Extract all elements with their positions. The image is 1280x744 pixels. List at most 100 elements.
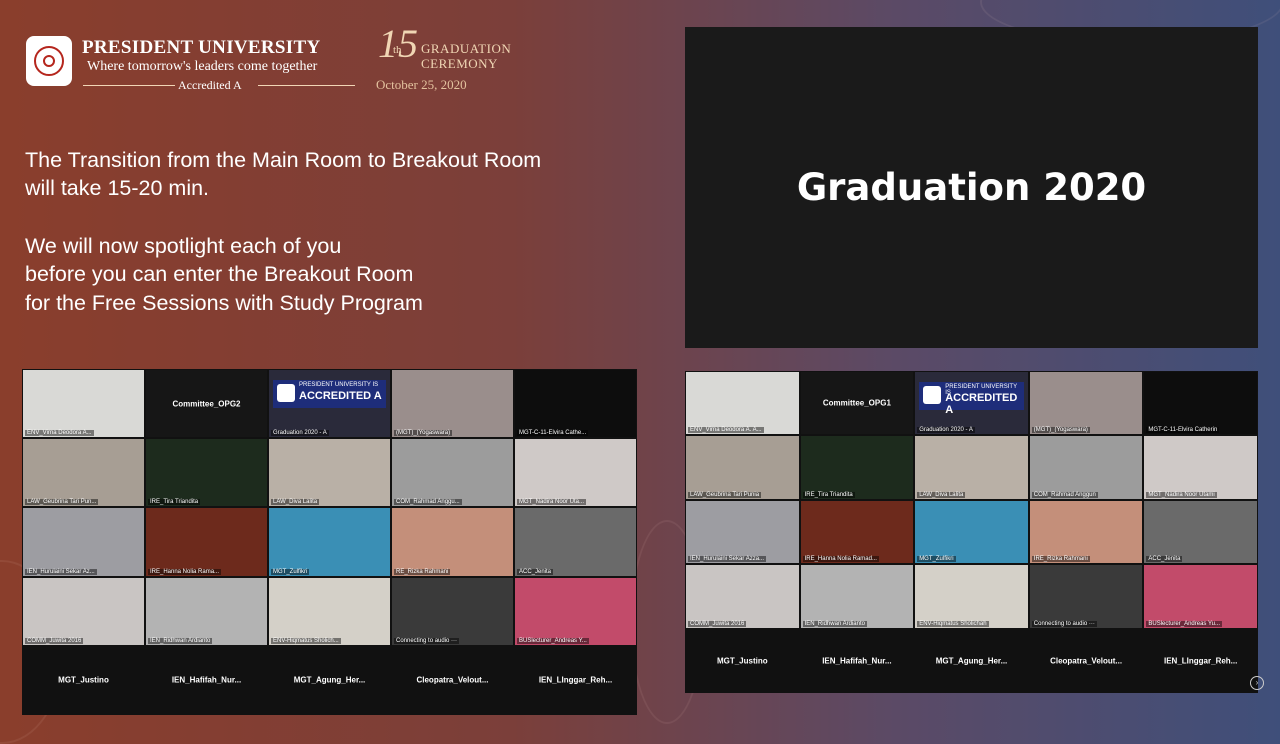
participant-tile[interactable]: LAW_Diva Lalita [269,439,390,507]
participant-name: COM_Rahmad Anggun [1031,491,1098,498]
participant-tile[interactable]: COMM_Juwita 2016 [686,565,799,628]
participant-name: BUSlecturer_Andreas Yu... [1146,620,1222,627]
participant-name: IRE_Tira Triandita [802,491,855,498]
badge-line: ACCREDITED A [299,390,382,402]
announcement-line: will take 15-20 min. [25,176,210,200]
participant-name: COMM_Juwita 2016 [688,620,747,627]
participant-tile[interactable]: MGT-C-11-Elvira Cathe... [515,370,636,438]
participant-name: RE_Rizka Rahmani [394,568,451,575]
participant-tile[interactable]: COMM_Juwita 2016 [23,577,144,645]
participant-tile[interactable]: Cleopatra_Velout... [392,646,513,714]
participant-name: Committee_OPG1 [822,398,891,408]
lotus-icon [34,46,64,76]
participant-name: IEN_Ridhwan Ardianto [148,637,213,644]
participant-tile[interactable]: ACC_Jenita [515,508,636,576]
next-page-icon[interactable]: › [1250,676,1264,690]
participant-tile[interactable]: IEN_LInggar_Reh... [515,646,636,714]
participant-tile[interactable]: MGT_Nadira Noor Uta... [515,439,636,507]
participant-tile[interactable]: Connecting to audio ··· [392,577,513,645]
participant-tile[interactable]: (MGT)_(Yogaswara) [392,370,513,438]
accreditation-badge: PRESIDENT UNIVERSITY IS ACCREDITED A [273,380,386,408]
participant-name: Cleopatra_Velout... [1050,656,1123,666]
participant-name: MGT_Justino [716,656,768,666]
participant-tile[interactable]: LAW_Geubrina Tari Punia [686,436,799,499]
participant-tile[interactable]: Committee_OPG2 [146,370,267,438]
badge-line: ACCREDITED A [945,392,1018,416]
participant-name: ENV-Hiqmatus Sholichah [917,620,989,627]
participant-name: Cleopatra_Velout... [416,675,489,685]
participant-name: IEN_Hurulaini Sekar Azza... [688,556,767,563]
participant-tile[interactable]: LAW_Geubrina Tari Pun... [23,439,144,507]
participant-tile[interactable]: ACC_Jenita [1144,500,1257,564]
participant-tile[interactable]: PRESIDENT UNIVERSITY IS ACCREDITED A Gradu… [915,372,1028,435]
participant-name: IRE_Rizka Rahmani [1031,556,1090,563]
participant-name: ACC_Jenita [517,568,554,575]
university-logo-icon [923,386,942,404]
spotlight-video[interactable]: Graduation 2020 [685,27,1258,348]
participant-name: COM_Rahmad Anggu... [394,499,462,506]
participant-tile[interactable]: IRE_Tira Triandita [146,439,267,507]
participant-name: IEN_Ridhwan Ardianto [802,620,867,627]
participant-tile[interactable]: Connecting to audio ··· [1029,565,1143,628]
participant-tile[interactable]: IEN_Ridhwan Ardianto [146,577,267,645]
participant-tile[interactable]: MGT_Justino [686,629,799,692]
university-tagline: Where tomorrow's leaders come together [87,59,318,74]
ceremony-date: October 25, 2020 [376,77,467,92]
divider [258,85,355,86]
participant-name: MGT_Zulfikri [917,556,956,563]
participant-name: Graduation 2020 - A [271,430,329,437]
participant-name: MGT_Justino [58,675,109,685]
participant-tile[interactable]: IEN_Hafifah_Nur... [800,629,914,692]
participant-name: Connecting to audio ··· [1031,620,1097,627]
participant-name: LAW_Diva Lalita [271,499,320,506]
participant-tile[interactable]: MGT-C-11-Elvira Catherin [1144,372,1257,435]
participant-name: IEN_LInggar_Reh... [1164,656,1238,666]
participant-tile[interactable]: RE_Rizka Rahmani [392,508,513,576]
announcement-line: before you can enter the Breakout Room [25,262,414,286]
participant-tile[interactable]: BUSlecturer_Andreas Yu... [1144,565,1257,628]
participant-tile[interactable]: BUSlecturer_Andreas Y... [515,577,636,645]
participant-tile[interactable]: MGT_Agung_Her... [915,629,1028,692]
participant-name: COMM_Juwita 2016 [25,637,84,644]
participant-tile[interactable]: COM_Rahmad Anggun [1029,436,1143,499]
participant-tile[interactable]: IRE_Hanna Nolia Ramad... [800,500,914,564]
participant-tile[interactable]: IRE_Hanna Nolia Rama... [146,508,267,576]
participant-name: IEN_Hurulaini Sekar Az... [25,568,97,575]
participant-tile[interactable]: ENV_Virna Deodora A. A... [686,372,799,435]
participant-name: (MGT)_(Yogaswara) [1031,427,1090,434]
participant-tile[interactable]: COM_Rahmad Anggu... [392,439,513,507]
participant-name: LAW_Geubrina Tari Pun... [25,499,99,506]
participant-name: ACC_Jenita [1146,556,1183,563]
participant-tile[interactable]: PRESIDENT UNIVERSITY IS ACCREDITED A Gradu… [269,370,390,438]
participant-name: MGT_Agung_Her... [935,656,1008,666]
participant-tile[interactable]: ENV-Hiqmatus Sholich... [269,577,390,645]
participant-tile[interactable]: Cleopatra_Velout... [1029,629,1143,692]
participant-name: Connecting to audio ··· [394,637,460,644]
participant-name: MGT-C-11-Elvira Cathe... [517,430,589,437]
participant-tile[interactable]: MGT_Justino [23,646,144,714]
participant-tile[interactable]: IEN_Hafifah_Nur... [146,646,267,714]
participant-tile[interactable]: IRE_Tira Triandita [800,436,914,499]
accreditation-badge: PRESIDENT UNIVERSITY IS ACCREDITED A [919,382,1024,416]
participant-tile[interactable]: IEN_LInggar_Reh... [1144,629,1257,692]
participant-tile[interactable]: Committee_OPG1 [800,372,914,435]
participant-name: IEN_Hafifah_Nur... [822,656,892,666]
participant-tile[interactable]: (MGT)_(Yogaswara) [1029,372,1143,435]
participant-tile[interactable]: IEN_Hurulaini Sekar Az... [23,508,144,576]
participant-name: (MGT)_(Yogaswara) [394,430,453,437]
participant-tile[interactable]: ENV-Hiqmatus Sholichah [915,565,1028,628]
participant-name: MGT_Agung_Her... [293,675,366,685]
participant-name: IEN_Hafifah_Nur... [171,675,242,685]
participant-tile[interactable]: MGT_Zulfikri [269,508,390,576]
participant-tile[interactable]: IRE_Rizka Rahmani [1029,500,1143,564]
participant-name: MGT_Nadira Noor Utami [1146,491,1217,498]
participant-tile[interactable]: IEN_Hurulaini Sekar Azza... [686,500,799,564]
participant-tile[interactable]: LAW_Diva Lalita [915,436,1028,499]
participant-tile[interactable]: MGT_Nadira Noor Utami [1144,436,1257,499]
participant-tile[interactable]: IEN_Ridhwan Ardianto [800,565,914,628]
participant-tile[interactable]: ENV_Virna Deodora A... [23,370,144,438]
video-title: Graduation 2020 [796,166,1147,209]
edition-suffix: th [393,44,402,56]
participant-tile[interactable]: MGT_Zulfikri [915,500,1028,564]
participant-tile[interactable]: MGT_Agung_Her... [269,646,390,714]
